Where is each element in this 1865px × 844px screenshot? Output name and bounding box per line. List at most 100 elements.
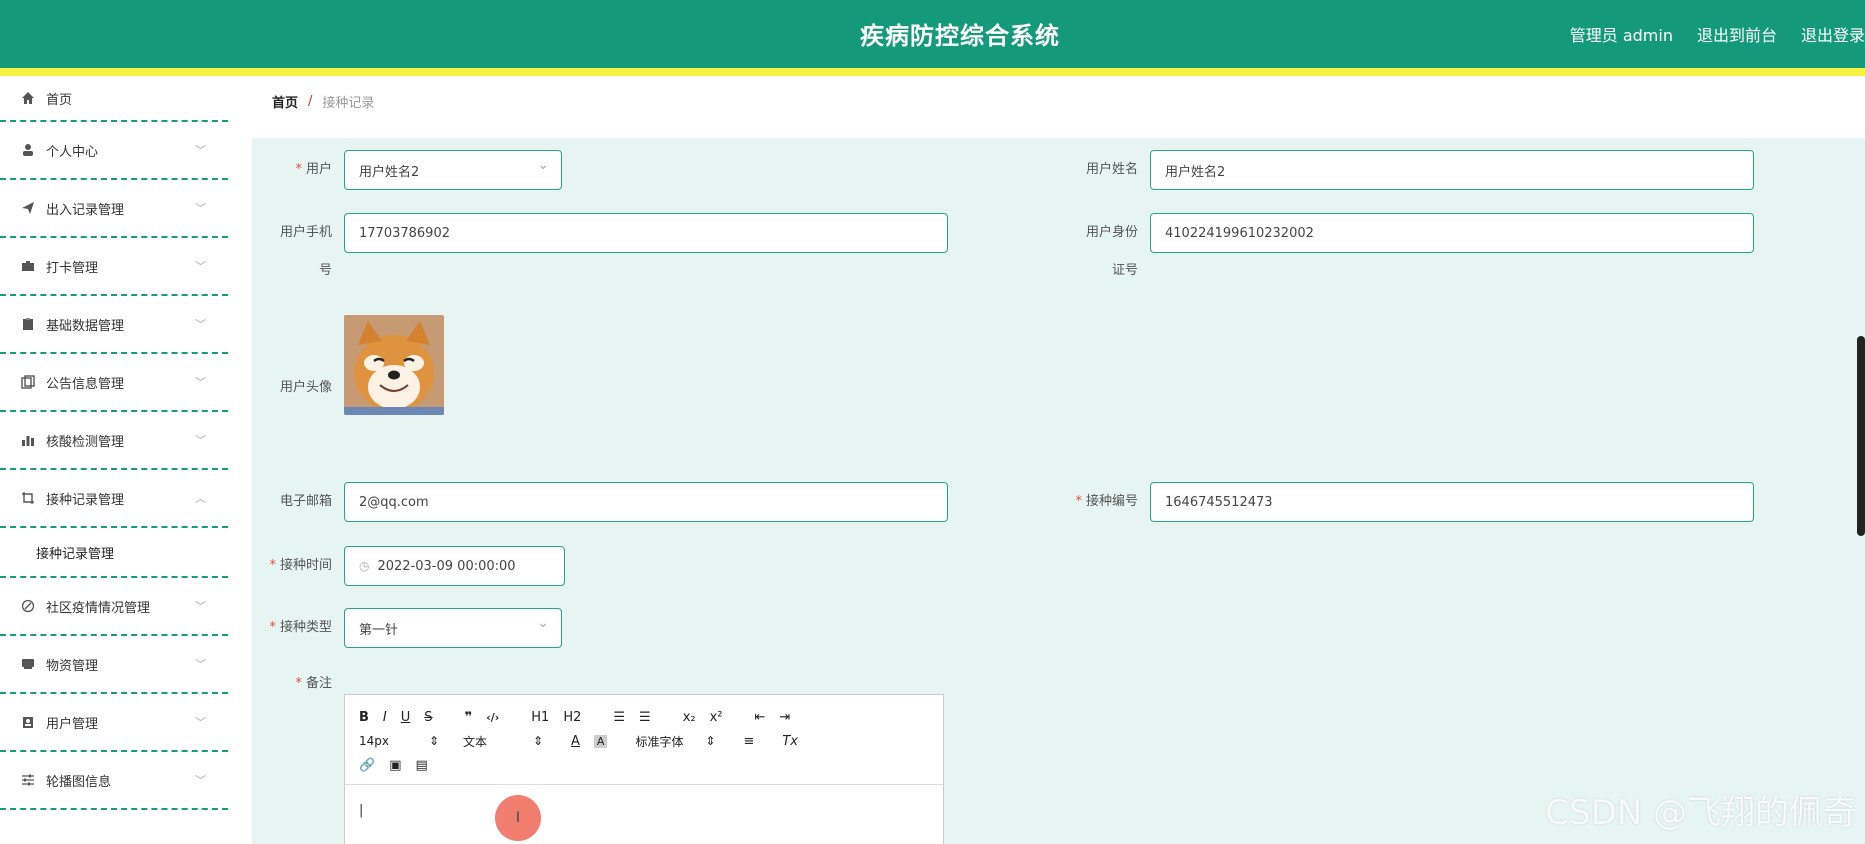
- sidebar-item-label: 物资管理: [46, 658, 99, 674]
- phone-label: 用户手机 号: [279, 225, 332, 278]
- sidebar-item-nucleic[interactable]: 核酸检测管理 ﹀: [0, 412, 228, 470]
- vaccine-no-field[interactable]: 1646745512473: [1150, 482, 1754, 522]
- breadcrumb-home[interactable]: 首页: [272, 92, 298, 111]
- vaccine-time-picker[interactable]: ◷ 2022-03-09 00:00:00: [344, 546, 565, 586]
- clipboard-icon: [20, 316, 36, 332]
- h1-button[interactable]: H1: [531, 710, 549, 725]
- vaccine-no-label: * 接种编号: [1075, 494, 1138, 509]
- indent-icon[interactable]: ⇥: [779, 710, 790, 725]
- underline-button[interactable]: U: [401, 710, 411, 725]
- admin-label[interactable]: 管理员 admin: [1570, 22, 1673, 46]
- user-icon: [20, 142, 36, 158]
- sidebar-item-basic-data[interactable]: 基础数据管理 ﹀: [0, 296, 228, 354]
- exit-front-link[interactable]: 退出到前台: [1697, 22, 1777, 46]
- sidebar-item-profile[interactable]: 个人中心 ﹀: [0, 122, 228, 180]
- chevron-down-icon: ﹀: [195, 658, 206, 671]
- outdent-icon[interactable]: ⇤: [755, 710, 766, 725]
- sidebar-item-label: 社区疫情情况管理: [46, 600, 151, 616]
- header-links: 管理员 admin 退出到前台 退出登录: [1570, 22, 1865, 46]
- font-family-select[interactable]: 标准字体 ⇕: [635, 733, 715, 750]
- code-icon[interactable]: ‹/›: [486, 711, 499, 724]
- sidebar-item-carousel[interactable]: 轮播图信息 ﹀: [0, 752, 228, 810]
- sidebar: 首页 个人中心 ﹀ 出入记录管理 ﹀ 打卡管理 ﹀ 基础数据管理 ﹀ 公告信息管…: [0, 76, 228, 844]
- chevron-down-icon: ﹀: [195, 202, 206, 215]
- vaccine-type-label: * 接种类型: [269, 620, 332, 635]
- phone-field[interactable]: 17703786902: [344, 213, 948, 253]
- user-label: * 用户: [295, 162, 332, 177]
- logout-link[interactable]: 退出登录: [1801, 22, 1865, 46]
- watermark: CSDN @飞翔的佩奇: [1545, 793, 1857, 833]
- ordered-list-icon[interactable]: ☰: [613, 710, 625, 725]
- sidebar-item-home[interactable]: 首页: [0, 76, 228, 122]
- chevron-up-icon: ︿: [195, 492, 206, 505]
- user-select[interactable]: 用户姓名2: [344, 150, 562, 190]
- email-field[interactable]: 2@qq.com: [344, 482, 948, 522]
- avatar-label: 用户头像: [279, 380, 332, 395]
- box-icon: [20, 656, 36, 672]
- italic-button[interactable]: I: [383, 710, 387, 725]
- home-icon: [20, 90, 36, 106]
- chevron-down-icon: ﹀: [195, 434, 206, 447]
- quote-icon[interactable]: ❞: [465, 710, 473, 725]
- accent-bar: [0, 68, 1865, 76]
- sidebar-item-vaccination[interactable]: 接种记录管理 ︿: [0, 470, 228, 528]
- breadcrumb: 首页 / 接种记录: [252, 78, 1865, 124]
- editor-content[interactable]: | I: [345, 785, 943, 844]
- chevron-down-icon: ﹀: [195, 318, 206, 331]
- chart-icon: [20, 432, 36, 448]
- superscript-button[interactable]: x²: [710, 710, 723, 725]
- sidebar-item-label: 出入记录管理: [46, 202, 125, 218]
- text-cursor: |: [359, 803, 364, 818]
- sidebar-item-label: 用户管理: [46, 716, 99, 732]
- breadcrumb-separator: /: [308, 93, 313, 109]
- avatar[interactable]: [344, 315, 444, 415]
- font-size-select[interactable]: 14px ⇕: [359, 734, 439, 748]
- copy-icon: [20, 374, 36, 390]
- sidebar-item-label: 打卡管理: [46, 260, 99, 276]
- username-label: 用户姓名: [1085, 162, 1138, 177]
- bg-color-icon[interactable]: A: [593, 734, 608, 748]
- chevron-down-icon: ﹀: [195, 144, 206, 157]
- scrollbar[interactable]: [1857, 336, 1865, 536]
- sliders-icon: [20, 772, 36, 788]
- sidebar-item-users[interactable]: 用户管理 ﹀: [0, 694, 228, 752]
- block-type-select[interactable]: 文本 ⇕: [463, 733, 543, 750]
- sidebar-item-community[interactable]: 社区疫情情况管理 ﹀: [0, 578, 228, 636]
- sidebar-item-supplies[interactable]: 物资管理 ﹀: [0, 636, 228, 694]
- chevron-down-icon: ﹀: [195, 716, 206, 729]
- sidebar-item-label: 轮播图信息: [46, 774, 112, 790]
- sidebar-item-notice[interactable]: 公告信息管理 ﹀: [0, 354, 228, 412]
- link-icon[interactable]: 🔗: [359, 758, 375, 773]
- sidebar-item-label: 基础数据管理: [46, 318, 125, 334]
- vaccine-time-label: * 接种时间: [269, 558, 332, 573]
- vaccine-type-select[interactable]: 第一针: [344, 608, 562, 648]
- sidebar-item-checkin[interactable]: 打卡管理 ﹀: [0, 238, 228, 296]
- clear-format-button[interactable]: Tx: [782, 734, 798, 749]
- rich-text-editor[interactable]: B I U S ❞ ‹/› H1 H2 ☰ ☰ x₂ x² ⇤ ⇥ 14px ⇕ …: [344, 694, 944, 844]
- chevron-down-icon: ﹀: [195, 600, 206, 613]
- h2-button[interactable]: H2: [563, 710, 581, 725]
- idcard-field[interactable]: 410224199610232002: [1150, 213, 1754, 253]
- briefcase-icon: [20, 258, 36, 274]
- font-color-icon[interactable]: A: [571, 734, 580, 749]
- username-field[interactable]: 用户姓名2: [1150, 150, 1754, 190]
- bold-button[interactable]: B: [359, 710, 369, 725]
- align-icon[interactable]: ≡: [743, 734, 754, 749]
- subscript-button[interactable]: x₂: [683, 710, 696, 725]
- video-icon[interactable]: ▤: [415, 758, 427, 773]
- idcard-label: 用户身份 证号: [1085, 225, 1138, 278]
- compass-icon: [20, 598, 36, 614]
- form-panel: *用户 用户姓名2 用户姓名 用户姓名2 用户手机 号 17703786902 …: [252, 138, 1865, 844]
- breadcrumb-current: 接种记录: [322, 95, 375, 111]
- remark-label: * 备注: [295, 676, 332, 691]
- sidebar-item-label: 接种记录管理: [46, 492, 125, 508]
- bullet-list-icon[interactable]: ☰: [639, 710, 651, 725]
- top-header: 疾病防控综合系统 管理员 admin 退出到前台 退出登录: [0, 0, 1865, 68]
- strike-button[interactable]: S: [424, 710, 432, 725]
- sidebar-item-access-records[interactable]: 出入记录管理 ﹀: [0, 180, 228, 238]
- sidebar-item-label: 核酸检测管理: [46, 434, 125, 450]
- image-icon[interactable]: ▣: [389, 758, 401, 773]
- mouse-pointer-indicator: I: [495, 795, 541, 841]
- sidebar-subitem-vaccination[interactable]: 接种记录管理: [0, 528, 228, 578]
- sidebar-item-label: 个人中心: [46, 144, 99, 160]
